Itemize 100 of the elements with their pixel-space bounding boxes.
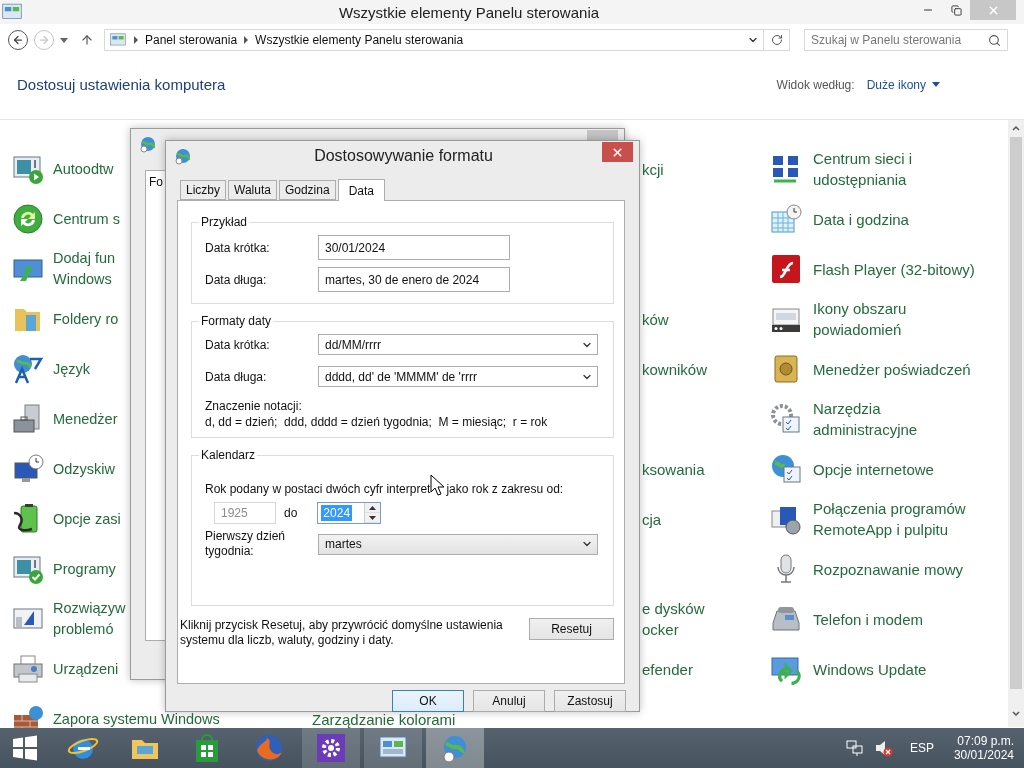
readonly-field: 30/01/2024 — [318, 235, 510, 260]
restore-icon — [950, 4, 962, 16]
format-combobox[interactable]: dddd, dd' de 'MMMM' de 'rrrr — [318, 366, 598, 387]
breadcrumb-arrow-icon — [243, 36, 250, 44]
taskbar-app-button[interactable] — [364, 728, 422, 768]
control-panel-link[interactable]: ksowania — [642, 458, 705, 480]
settings-icon — [315, 732, 347, 764]
breadcrumb[interactable]: Panel sterowania — [145, 33, 238, 47]
caret-down-icon — [932, 82, 940, 87]
control-panel-link[interactable]: Połączenia programów RemoteApp i pulpitu — [813, 498, 966, 540]
dialog-button[interactable]: Zastosuj — [554, 690, 626, 712]
spin-up-button[interactable] — [365, 503, 381, 513]
windows-logo-icon — [12, 735, 38, 761]
tab[interactable]: Fo — [145, 170, 167, 192]
group-title: Formaty daty — [200, 314, 273, 328]
group-title: Przykład — [200, 215, 248, 229]
control-panel-link[interactable]: Centrum s — [53, 208, 120, 230]
control-panel-link[interactable]: Autoodtw — [53, 158, 114, 180]
input-language[interactable]: ESP — [909, 741, 934, 755]
control-panel-link[interactable]: Data i godzina — [813, 208, 909, 230]
refresh-icon — [770, 34, 783, 46]
breadcrumb[interactable]: Wszystkie elementy Panelu sterowania — [255, 33, 464, 47]
control-panel-link[interactable]: Rozwiązyw problemó — [53, 598, 126, 640]
tab[interactable]: Data — [337, 179, 385, 201]
group-title: Kalendarz — [200, 448, 257, 462]
refresh-button[interactable] — [764, 29, 790, 51]
control-panel-icon — [0, 2, 24, 22]
taskbar-app-button[interactable] — [426, 728, 484, 768]
search-icon — [988, 33, 1001, 47]
notation-title: Znaczenie notacji: — [205, 398, 303, 414]
dialog-title: Dostosowywanie formatu — [313, 147, 494, 165]
control-panel-icon — [109, 32, 127, 48]
window-title: Wszystkie elementy Panelu sterowania — [337, 3, 601, 21]
first-day-combobox[interactable]: martes — [318, 533, 598, 555]
fox-globe-icon — [253, 732, 285, 764]
mouse-cursor-icon — [430, 474, 445, 496]
globe-checklist-icon — [770, 453, 802, 485]
notation-text: d, dd = dzień; ddd, dddd = dzień tygodnia; M = miesiąc; r = rok — [205, 414, 549, 430]
control-panel-link[interactable]: efender — [642, 658, 693, 680]
back-arrow-icon — [12, 34, 24, 46]
dialog-button[interactable]: OK — [392, 690, 464, 712]
control-panel-link[interactable]: Programy — [53, 558, 116, 580]
triangle-down-icon — [369, 515, 377, 520]
tab[interactable]: Waluta — [228, 180, 277, 200]
dialog-button[interactable]: Anuluj — [473, 690, 545, 712]
network-icon — [845, 739, 864, 757]
field-label: Data długa: — [205, 272, 268, 287]
control-panel-link[interactable]: Windows Update — [813, 658, 927, 680]
tab[interactable]: Liczby — [180, 180, 226, 200]
control-panel-link[interactable]: Rozpoznawanie mowy — [813, 558, 964, 580]
gear-checklist-icon — [770, 403, 802, 435]
globe-letter-icon — [12, 353, 44, 385]
control-panel-link[interactable]: Dodaj fun Windows — [53, 248, 116, 290]
control-panel-link[interactable]: Telefon i modem — [813, 608, 924, 630]
tab[interactable]: Godzina — [278, 180, 336, 200]
control-panel-link[interactable]: Ikony obszaru powiadomień — [813, 298, 907, 340]
monitor-clock-icon — [12, 453, 44, 485]
spin-down-button[interactable] — [365, 513, 381, 523]
page-heading: Dostosuj ustawienia komputera — [17, 76, 226, 93]
field-label: Pierwszy dzień tygodnia: — [205, 529, 287, 559]
control-panel-link[interactable]: Flash Player (32-bitowy) — [813, 258, 975, 280]
calendar-clock-icon — [770, 203, 802, 235]
control-panel-link[interactable]: Zapora systemu Windows — [53, 708, 220, 728]
caret-down-icon — [60, 37, 68, 43]
control-panel-link[interactable]: Narzędzia administracyjne — [813, 398, 918, 440]
control-panel-link[interactable]: ków — [642, 308, 669, 330]
recent-locations-button[interactable] — [60, 37, 68, 43]
clock-date[interactable]: 30/01/2024 — [953, 748, 1014, 762]
control-panel-link[interactable]: Opcje zasi — [53, 508, 121, 530]
taskbar-app-button[interactable] — [302, 728, 360, 768]
up-button[interactable] — [80, 33, 94, 47]
control-panel-link[interactable]: Menedżer — [53, 408, 118, 430]
close-button[interactable] — [602, 142, 633, 162]
forward-arrow-icon — [38, 34, 50, 46]
address-bar[interactable]: Panel sterowania Wszystkie elementy Panelu sterowania — [104, 29, 764, 51]
format-combobox[interactable]: dd/MM/rrrr — [318, 334, 598, 355]
control-panel-link[interactable]: kcji — [642, 158, 664, 180]
search-field[interactable]: Szukaj w Panelu sterowania — [804, 29, 1008, 51]
field-label: Data długa: — [205, 369, 268, 384]
back-button[interactable] — [8, 30, 28, 50]
view-by-dropdown[interactable]: Duże ikony — [866, 77, 940, 92]
control-panel-link[interactable]: Menedżer poświadczeń — [813, 358, 971, 380]
breadcrumb-arrow-icon — [133, 36, 139, 44]
year-range-text: Rok podany w postaci dwóch cyfr interpret — [205, 482, 431, 496]
control-panel-link[interactable]: Opcje internetowe — [813, 458, 934, 480]
control-panel-link[interactable]: Język — [53, 358, 91, 380]
control-panel-link[interactable]: Urządzeni — [53, 658, 119, 680]
triangle-up-icon — [369, 505, 377, 510]
control-panel-link[interactable]: e dysków ocker — [642, 598, 705, 640]
control-panel-link[interactable]: Odzyskiw — [53, 458, 116, 480]
control-panel-link[interactable]: Foldery ro — [53, 308, 119, 330]
close-icon — [611, 145, 624, 159]
control-panel-link[interactable]: kowników — [642, 358, 708, 380]
control-panel-link[interactable]: cja — [642, 508, 662, 530]
clock-time[interactable]: 07:09 p.m. — [957, 734, 1014, 748]
reset-button[interactable]: Resetuj — [529, 618, 614, 640]
control-panel-link[interactable]: Centrum sieci i udostępniania — [813, 148, 913, 190]
globe-icon — [139, 135, 157, 153]
sync-circle-icon — [12, 203, 44, 235]
readonly-field: martes, 30 de enero de 2024 — [318, 267, 510, 292]
